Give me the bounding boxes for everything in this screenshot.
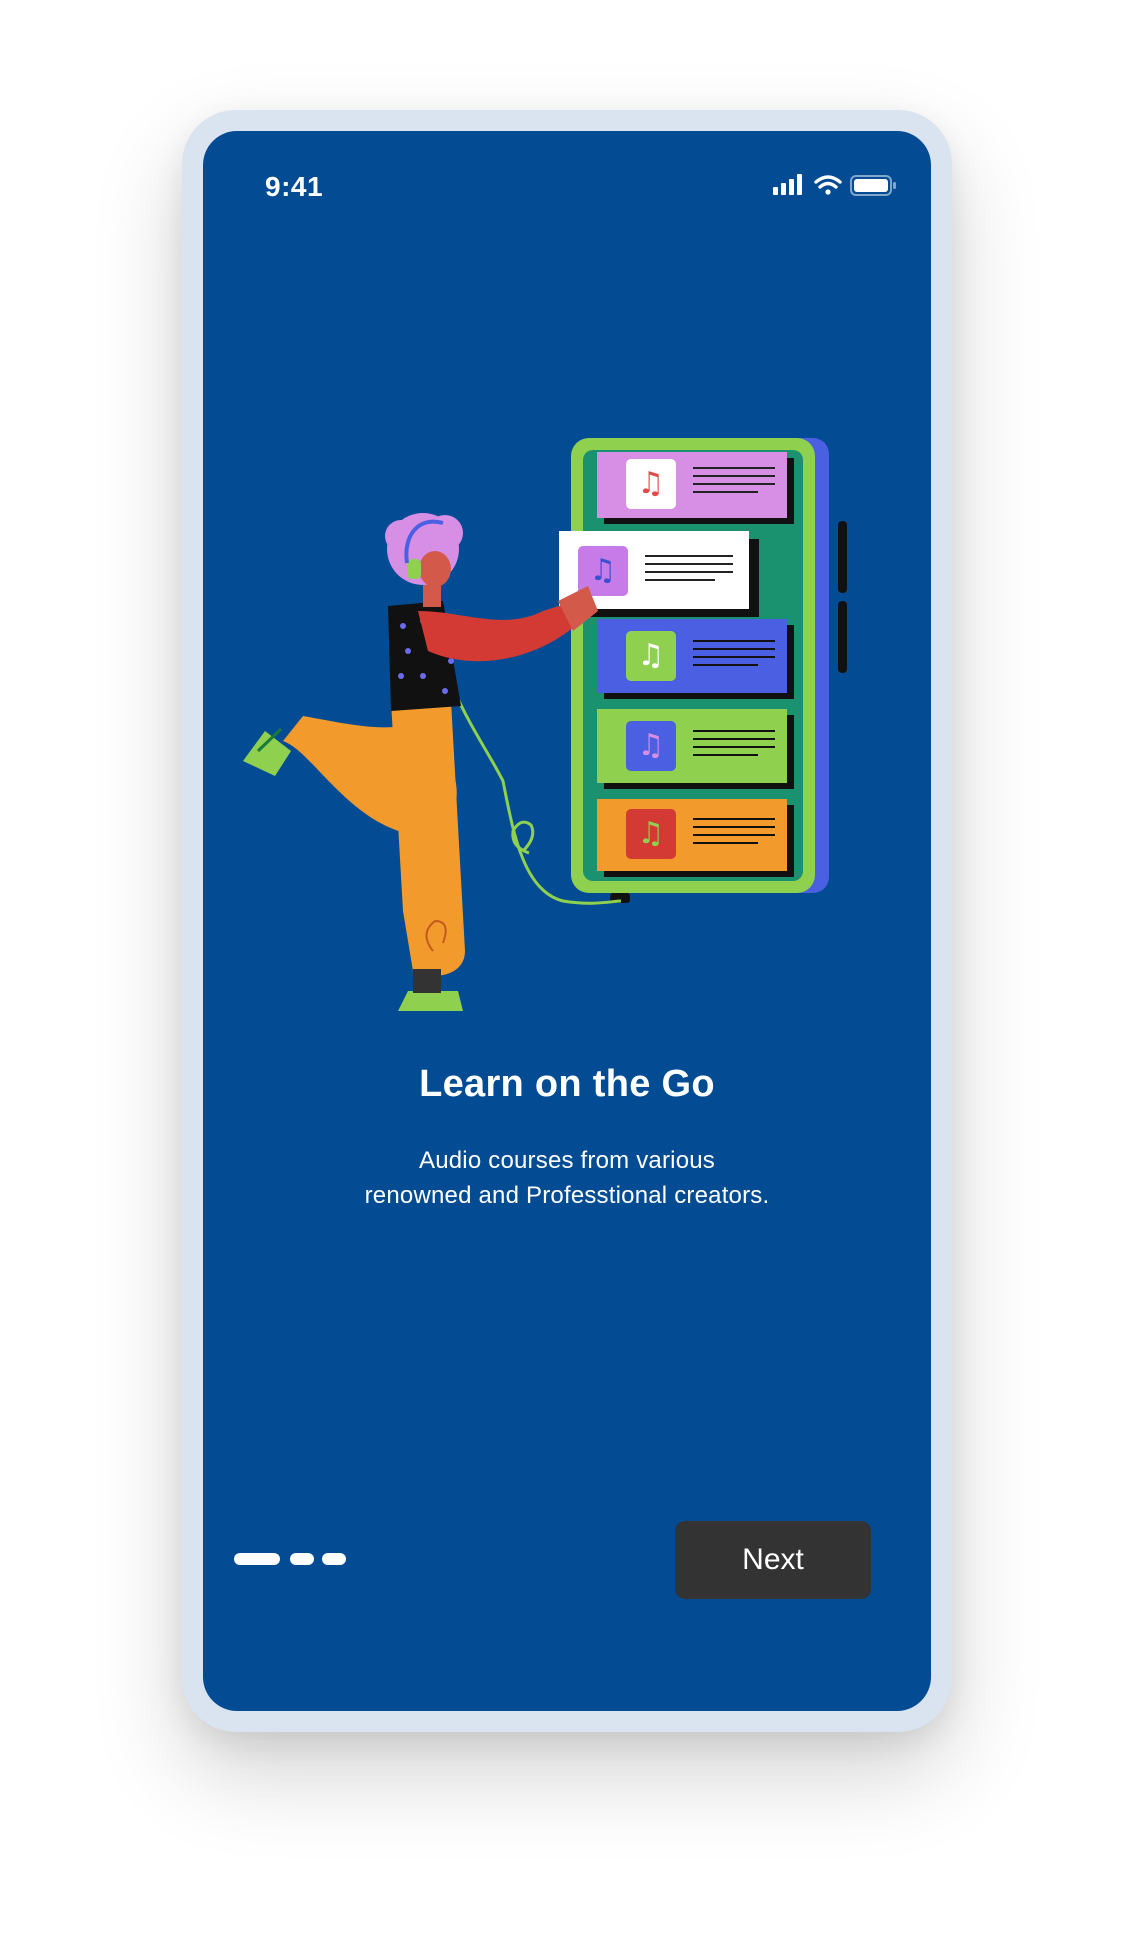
page-dot[interactable] — [322, 1553, 346, 1565]
onboarding-subtitle: Audio courses from various renowned and … — [203, 1143, 931, 1213]
music-note-icon: ♫ — [590, 553, 617, 588]
subtitle-line: Audio courses from various — [419, 1147, 715, 1174]
audio-card: ♫ — [597, 452, 794, 524]
audio-card: ♫ — [597, 799, 794, 877]
music-note-icon: ♫ — [638, 638, 665, 673]
person-illustration — [243, 513, 598, 1011]
onboarding-illustration: ♫ ♫ ♫ ♫ ♫ — [243, 438, 847, 1011]
subtitle-line: renowned and Professtional creators. — [364, 1182, 770, 1209]
onboarding-screen: 9:41 ♫ ♫ ♫ ♫ ♫ Learn on the Go Audio cou… — [203, 131, 931, 1711]
onboarding-title: Learn on the Go — [419, 1063, 715, 1105]
page-dot[interactable] — [290, 1553, 314, 1565]
page-dot-active[interactable] — [234, 1553, 280, 1565]
music-note-icon: ♫ — [638, 728, 665, 763]
music-note-icon: ♫ — [638, 816, 665, 851]
device-frame: 9:41 ♫ ♫ ♫ ♫ ♫ Learn on the Go Audio cou… — [182, 110, 952, 1732]
music-note-icon: ♫ — [638, 466, 665, 501]
audio-card: ♫ — [597, 709, 794, 789]
audio-card: ♫ — [597, 619, 794, 699]
next-button[interactable]: Next — [675, 1521, 871, 1599]
